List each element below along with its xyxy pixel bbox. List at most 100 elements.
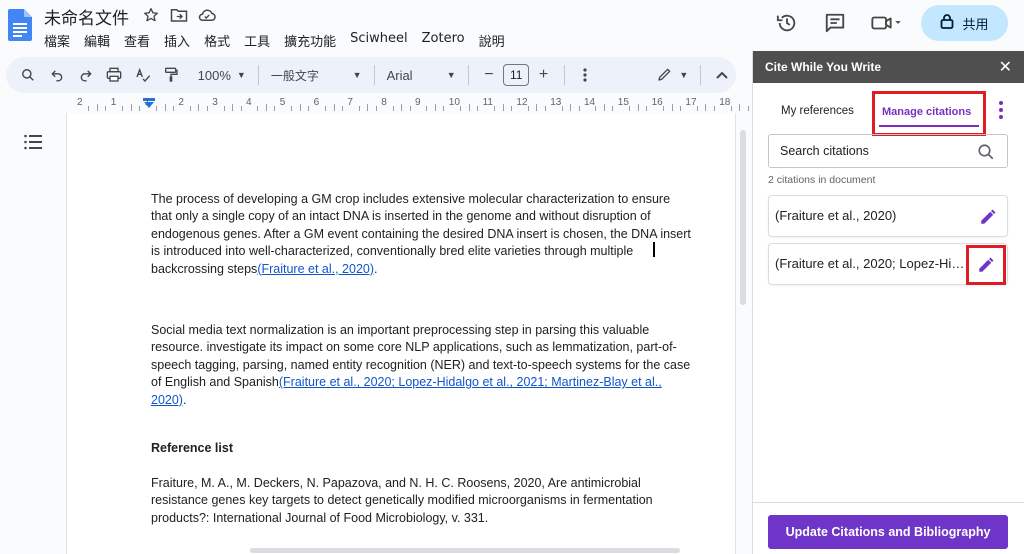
move-folder-icon[interactable] xyxy=(170,6,188,24)
star-icon[interactable] xyxy=(142,6,160,24)
ruler-tick xyxy=(122,106,124,111)
ruler-tick xyxy=(156,106,158,111)
menu-extensions[interactable]: 擴充功能 xyxy=(284,31,343,50)
meet-video-icon[interactable] xyxy=(865,5,909,41)
citation-card[interactable]: (Fraiture et al., 2020; Lopez-Hidalgo et… xyxy=(768,243,1008,285)
paragraph-style-dropdown[interactable]: 一般文字 ▼ xyxy=(265,61,368,89)
caret-down-icon: ▼ xyxy=(679,70,689,80)
ruler-tick xyxy=(223,106,225,111)
ruler-tick xyxy=(96,104,98,111)
outline-list-icon[interactable] xyxy=(24,134,42,150)
search-menu-icon[interactable] xyxy=(14,61,43,89)
ruler-label: 6 xyxy=(313,97,320,108)
print-icon[interactable] xyxy=(100,61,129,89)
menu-bar: 檔案 編輯 查看 插入 格式 工具 擴充功能 Sciwheel Zotero 說… xyxy=(44,31,519,50)
close-icon[interactable]: ✕ xyxy=(999,57,1012,77)
update-citations-button[interactable]: Update Citations and Bibliography xyxy=(768,515,1008,549)
share-button[interactable]: 共用 xyxy=(921,5,1008,41)
menu-tools[interactable]: 工具 xyxy=(244,31,277,50)
more-vert-icon[interactable] xyxy=(996,99,1006,121)
menu-zotero[interactable]: Zotero xyxy=(422,31,472,50)
reference-entry[interactable]: Fraiture, M. A., M. Deckers, N. Papazova… xyxy=(151,475,691,527)
comment-icon[interactable] xyxy=(817,5,853,41)
paragraph-2[interactable]: Social media text normalization is an im… xyxy=(151,322,691,409)
ruler-tick xyxy=(696,106,698,111)
font-dropdown[interactable]: Arial ▼ xyxy=(381,61,462,89)
ruler-tick xyxy=(367,104,369,111)
paint-format-icon[interactable] xyxy=(157,61,186,89)
chevron-up-icon[interactable] xyxy=(707,61,736,89)
editing-mode-dropdown[interactable]: ▼ xyxy=(651,61,694,89)
ruler-label: 1 xyxy=(110,97,117,108)
ruler-label: 9 xyxy=(415,97,421,108)
ruler-label: 14 xyxy=(584,97,596,108)
ruler-tick xyxy=(527,106,529,111)
zoom-dropdown[interactable]: 100% ▼ xyxy=(192,61,252,89)
font-value: Arial xyxy=(386,67,413,83)
ruler-tick xyxy=(561,106,563,111)
history-icon[interactable] xyxy=(769,5,805,41)
menu-sciwheel[interactable]: Sciwheel xyxy=(350,31,415,50)
font-size-field[interactable]: 11 xyxy=(503,61,530,89)
ruler-label: 13 xyxy=(550,97,562,108)
active-tab-indicator xyxy=(879,125,979,127)
search-citations-input[interactable]: Search citations xyxy=(768,134,1008,168)
menu-file[interactable]: 檔案 xyxy=(44,31,77,50)
spellcheck-icon[interactable] xyxy=(128,61,157,89)
ruler-label: 18 xyxy=(719,97,731,108)
ruler-tick xyxy=(510,106,512,111)
ruler-tick xyxy=(671,104,673,111)
vertical-scrollbar[interactable] xyxy=(740,130,746,305)
undo-icon[interactable] xyxy=(43,61,72,89)
share-label: 共用 xyxy=(962,17,989,33)
docs-logo-icon[interactable] xyxy=(8,9,32,41)
increase-font-size-button[interactable]: + xyxy=(529,61,558,89)
ruler-tick xyxy=(341,106,343,111)
horizontal-scrollbar[interactable] xyxy=(250,548,680,553)
ruler-tick xyxy=(299,104,301,111)
lock-icon xyxy=(940,13,954,33)
ruler-tick xyxy=(536,104,538,111)
citation-label: (Fraiture et al., 2020; Lopez-Hidalgo et… xyxy=(775,256,965,271)
ruler-tick xyxy=(409,106,411,111)
panel-footer: Update Citations and Bibliography xyxy=(753,502,1024,554)
paragraph-style-value: 一般文字 xyxy=(270,68,319,83)
ruler-label: 1 xyxy=(144,97,151,108)
ruler-tick xyxy=(333,104,335,111)
redo-icon[interactable] xyxy=(71,61,100,89)
ruler-label: 7 xyxy=(347,97,353,108)
inline-citation[interactable]: (Fraiture et al., 2020) xyxy=(257,262,374,276)
toolbar-divider xyxy=(467,65,469,85)
document-title[interactable]: 未命名文件 xyxy=(44,4,129,29)
tab-my-references[interactable]: My references xyxy=(781,105,854,117)
pencil-icon[interactable] xyxy=(979,208,997,226)
font-size-value[interactable]: 11 xyxy=(503,64,530,86)
paragraph-1[interactable]: The process of developing a GM crop incl… xyxy=(151,191,691,278)
ruler-tick xyxy=(663,106,665,111)
menu-help[interactable]: 說明 xyxy=(479,31,512,50)
citation-card[interactable]: (Fraiture et al., 2020) xyxy=(768,195,1008,237)
search-icon[interactable] xyxy=(977,143,995,161)
cloud-status-icon[interactable] xyxy=(198,6,216,24)
decrease-font-size-button[interactable]: − xyxy=(475,61,504,89)
ruler-tick xyxy=(443,106,445,111)
ruler-tick xyxy=(434,104,436,111)
ruler-tick xyxy=(730,106,732,111)
ruler-tick xyxy=(325,106,327,111)
more-vert-icon[interactable] xyxy=(571,61,600,89)
ruler-tick xyxy=(468,104,470,111)
ruler-tick xyxy=(240,106,242,111)
ruler-tick xyxy=(578,106,580,111)
menu-format[interactable]: 格式 xyxy=(204,31,237,50)
pencil-icon[interactable] xyxy=(966,245,1006,285)
ruler-tick xyxy=(274,106,276,111)
menu-edit[interactable]: 編輯 xyxy=(84,31,117,50)
horizontal-ruler[interactable]: 2 1 1 2 3 4 5 6 7 8 9 10 11 12 13 14 15 16 17 18 xyxy=(66,96,749,114)
menu-view[interactable]: 查看 xyxy=(124,31,157,50)
pencil-edit-mode-icon xyxy=(657,66,673,85)
ruler-tick xyxy=(105,106,107,111)
document-page[interactable]: The process of developing a GM crop incl… xyxy=(66,113,736,554)
toolbar-divider xyxy=(373,65,375,85)
tab-manage-citations[interactable]: Manage citations xyxy=(872,91,986,136)
menu-insert[interactable]: 插入 xyxy=(164,31,197,50)
